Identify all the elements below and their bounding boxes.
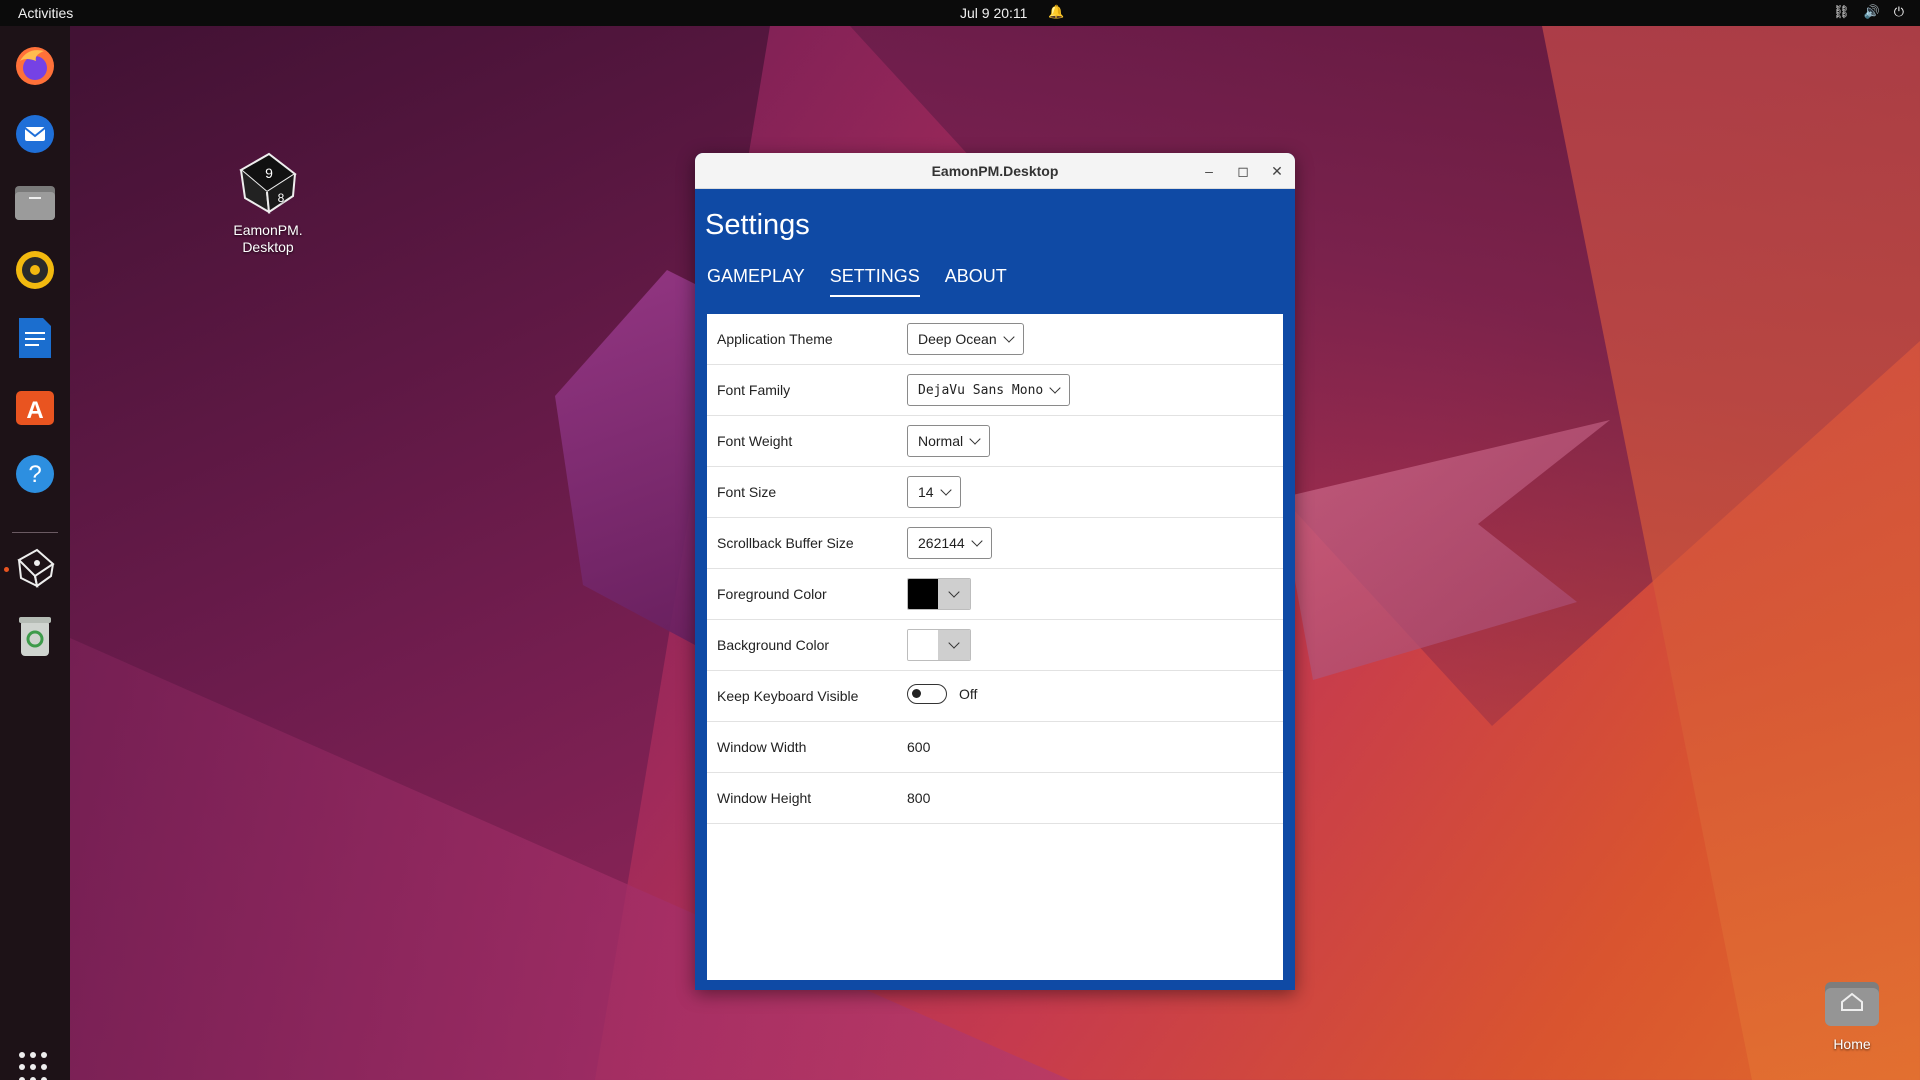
background-color-swatch xyxy=(908,630,938,660)
setting-row-keyboard: Keep Keyboard Visible Off xyxy=(707,671,1283,722)
chevron-down-icon xyxy=(969,433,981,445)
chevron-down-icon xyxy=(938,579,970,609)
setting-row-height: Window Height 800 xyxy=(707,773,1283,824)
maximize-button[interactable]: ◻ xyxy=(1233,161,1253,181)
toggle-track[interactable] xyxy=(907,684,947,704)
volume-icon[interactable]: 🔊 xyxy=(1864,4,1880,20)
tab-settings[interactable]: SETTINGS xyxy=(829,266,920,297)
setting-row-font-family: Font Family DejaVu Sans Mono xyxy=(707,365,1283,416)
firefox-icon[interactable] xyxy=(11,42,59,90)
minimize-button[interactable]: – xyxy=(1199,161,1219,181)
window-width-value: 600 xyxy=(907,739,931,755)
tab-about[interactable]: ABOUT xyxy=(945,266,1007,297)
font-family-label: Font Family xyxy=(717,382,791,398)
top-bar: Activities Jul 9 20:11 🔔 ⛓ 🔊 ⏻ xyxy=(0,0,1920,26)
font-family-dropdown[interactable]: DejaVu Sans Mono xyxy=(907,374,1071,406)
setting-row-foreground: Foreground Color xyxy=(707,569,1283,620)
font-size-value: 14 xyxy=(918,484,934,500)
rhythmbox-icon[interactable] xyxy=(11,246,59,294)
desktop-app-shortcut[interactable]: 9 8 EamonPM. Desktop xyxy=(222,150,314,256)
close-button[interactable]: ✕ xyxy=(1267,161,1287,181)
font-family-value: DejaVu Sans Mono xyxy=(918,382,1044,398)
keyboard-label: Keep Keyboard Visible xyxy=(717,688,859,704)
setting-row-width: Window Width 600 xyxy=(707,722,1283,773)
power-icon[interactable]: ⏻ xyxy=(1894,4,1904,20)
show-apps-icon[interactable] xyxy=(19,1052,51,1080)
scrollback-dropdown[interactable]: 262144 xyxy=(907,527,992,559)
thunderbird-icon[interactable] xyxy=(11,110,59,158)
chevron-down-icon xyxy=(938,630,970,660)
svg-text:8: 8 xyxy=(278,191,285,205)
settings-panel: Application Theme Deep Ocean Font Family… xyxy=(707,314,1283,980)
home-folder-icon xyxy=(1825,982,1879,1026)
font-size-label: Font Size xyxy=(717,484,777,500)
setting-row-font-weight: Font Weight Normal xyxy=(707,416,1283,467)
scrollback-value: 262144 xyxy=(918,535,965,551)
window-height-value: 800 xyxy=(907,790,931,806)
theme-dropdown[interactable]: Deep Ocean xyxy=(907,323,1024,355)
network-icon[interactable]: ⛓ xyxy=(1833,4,1850,20)
svg-text:9: 9 xyxy=(265,165,273,181)
window-height-label: Window Height xyxy=(717,790,812,806)
font-weight-value: Normal xyxy=(918,433,964,449)
theme-value: Deep Ocean xyxy=(918,331,997,347)
toggle-knob xyxy=(912,689,921,698)
window-width-label: Window Width xyxy=(717,739,807,755)
help-icon[interactable]: ? xyxy=(11,450,59,498)
font-weight-dropdown[interactable]: Normal xyxy=(907,425,991,457)
tab-gameplay[interactable]: GAMEPLAY xyxy=(707,266,805,297)
desktop-app-label-1: EamonPM. xyxy=(233,222,303,238)
app-center-icon[interactable]: A xyxy=(11,382,59,430)
desktop-app-label-2: Desktop xyxy=(242,239,294,255)
svg-text:A: A xyxy=(26,397,43,424)
running-indicator xyxy=(4,567,9,572)
chevron-down-icon xyxy=(971,535,983,547)
font-weight-label: Font Weight xyxy=(717,433,793,449)
chevron-down-icon xyxy=(1049,382,1061,394)
tab-bar: GAMEPLAY SETTINGS ABOUT xyxy=(707,266,1007,297)
svg-text:?: ? xyxy=(28,461,41,488)
page-title: Settings xyxy=(705,209,810,241)
scrollback-label: Scrollback Buffer Size xyxy=(717,535,854,551)
writer-icon[interactable] xyxy=(11,314,59,362)
dock: A ? xyxy=(0,26,70,1080)
foreground-color-picker[interactable] xyxy=(907,578,971,610)
desktop-home-label: Home xyxy=(1833,1036,1871,1052)
eamonpm-icon[interactable] xyxy=(11,544,59,592)
eamonpm-icon: 9 8 xyxy=(239,152,297,214)
theme-label: Application Theme xyxy=(717,331,833,347)
setting-row-font-size: Font Size 14 xyxy=(707,467,1283,518)
desktop-home-shortcut[interactable]: Home xyxy=(1810,976,1894,1053)
activities-button[interactable]: Activities xyxy=(18,5,73,21)
setting-row-background: Background Color xyxy=(707,620,1283,671)
keyboard-visible-toggle[interactable]: Off xyxy=(907,684,977,704)
system-tray[interactable]: ⛓ 🔊 ⏻ xyxy=(1833,4,1904,20)
background-color-picker[interactable] xyxy=(907,629,971,661)
setting-row-theme: Application Theme Deep Ocean xyxy=(707,314,1283,365)
setting-row-scrollback: Scrollback Buffer Size 262144 xyxy=(707,518,1283,569)
dock-separator xyxy=(12,532,58,533)
background-label: Background Color xyxy=(717,637,830,653)
foreground-label: Foreground Color xyxy=(717,586,827,602)
app-window: EamonPM.Desktop – ◻ ✕ Settings GAMEPLAY … xyxy=(695,153,1295,990)
foreground-color-swatch xyxy=(908,579,938,609)
clock[interactable]: Jul 9 20:11 xyxy=(960,5,1027,21)
chevron-down-icon xyxy=(1002,331,1015,343)
chevron-down-icon xyxy=(939,484,952,496)
toggle-state: Off xyxy=(959,686,978,702)
bell-icon[interactable]: 🔔 xyxy=(1048,4,1064,20)
font-size-dropdown[interactable]: 14 xyxy=(907,476,961,508)
files-icon[interactable] xyxy=(11,178,59,226)
window-titlebar[interactable]: EamonPM.Desktop – ◻ ✕ xyxy=(695,153,1295,189)
trash-icon[interactable] xyxy=(11,612,59,660)
